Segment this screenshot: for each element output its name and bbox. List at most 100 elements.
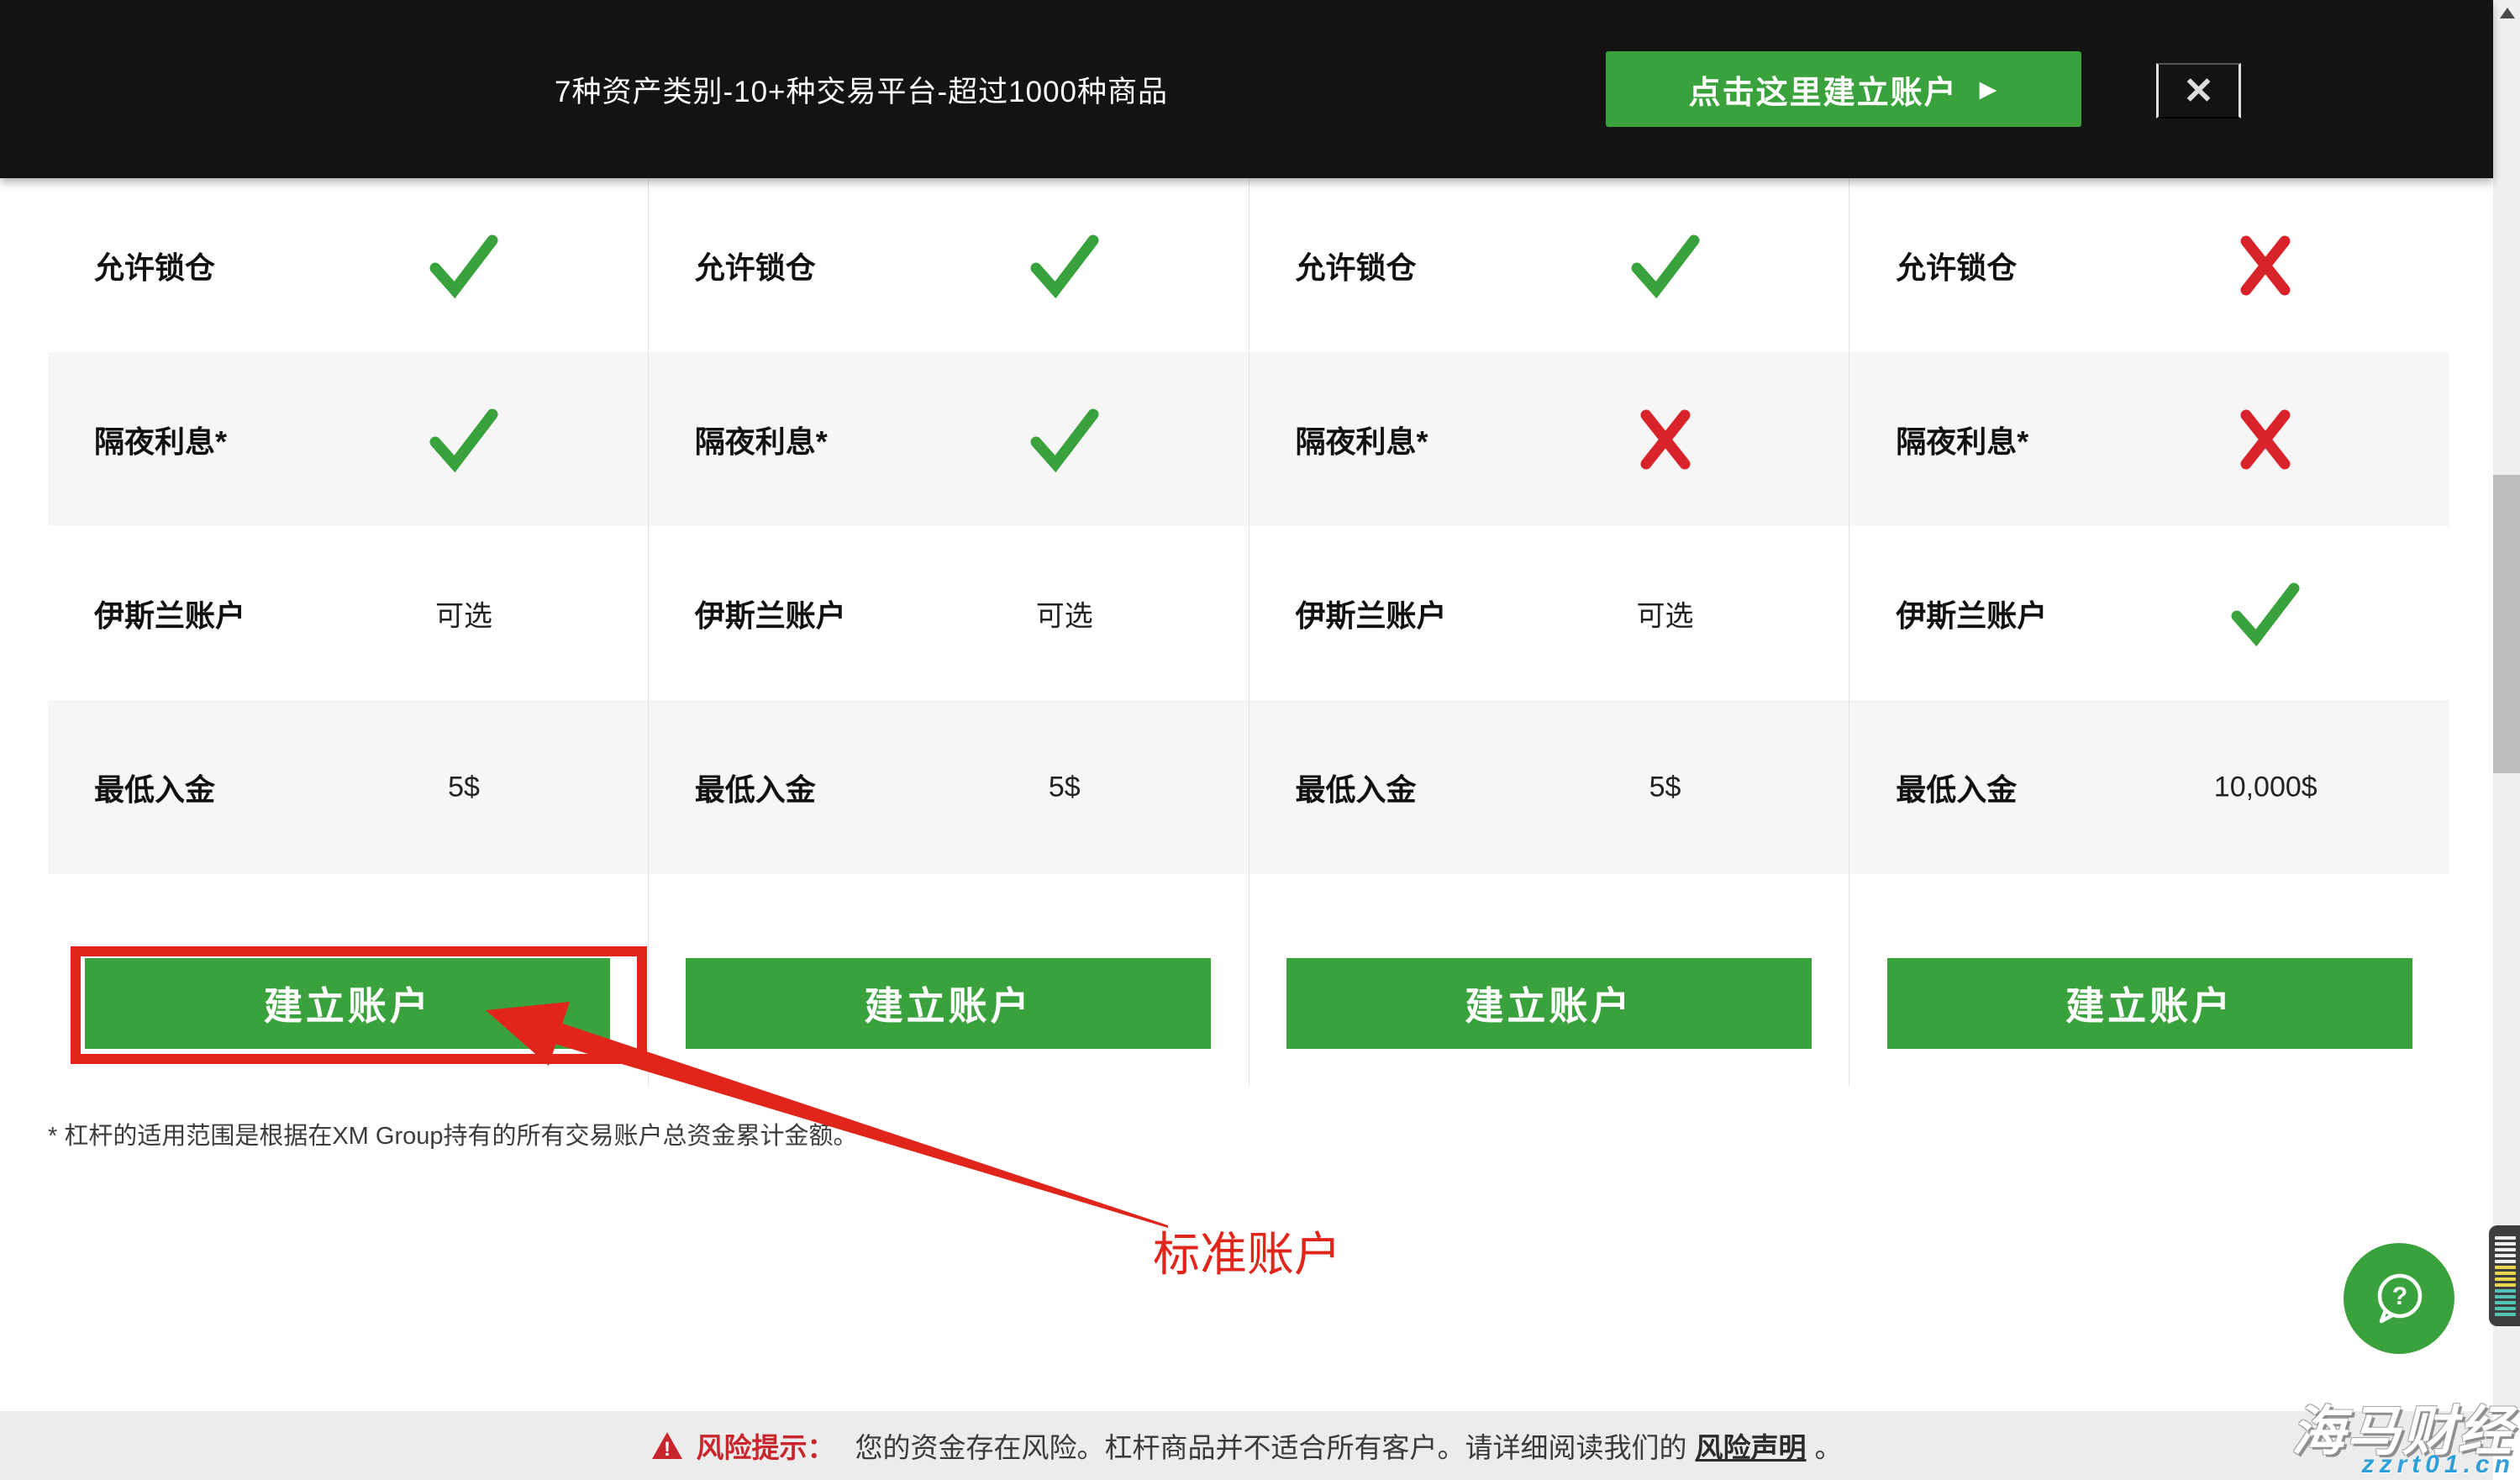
feature-label: 最低入金: [94, 766, 215, 809]
comparison-table: 允许锁仓隔夜利息*伊斯兰账户可选最低入金5$建立账户允许锁仓隔夜利息*伊斯兰账户…: [48, 178, 2449, 1086]
feature-row: 隔夜利息*: [649, 352, 1249, 526]
feature-value-text: 5$: [1649, 771, 1681, 803]
feature-value: 5$: [329, 771, 598, 803]
create-account-button[interactable]: 建立账户: [686, 958, 1211, 1049]
feature-row: 伊斯兰账户 可选: [649, 526, 1249, 700]
feature-value: [329, 407, 598, 472]
feature-value: 5$: [930, 771, 1199, 803]
play-arrow-icon: ▶: [1980, 78, 1999, 101]
feature-row: 允许锁仓: [1249, 178, 1849, 352]
account-column: 允许锁仓隔夜利息* 伊斯兰账户 可选最低入金 5$ 建立账户: [48, 178, 649, 1086]
feature-label: 允许锁仓: [1896, 244, 2017, 287]
feature-label: 最低入金: [1896, 766, 2017, 809]
warning-triangle-icon: !: [651, 1431, 683, 1460]
promo-title: 7种资产类别-10+种交易平台-超过1000种商品: [555, 0, 1168, 178]
help-bubble-icon: ?: [2367, 1267, 2431, 1330]
scrollbar-thumb[interactable]: [2493, 475, 2520, 773]
annotation-label: 标准账户: [1153, 1217, 1341, 1285]
feature-label: 伊斯兰账户: [695, 592, 846, 635]
check-icon: [1029, 407, 1100, 472]
stripes-widget[interactable]: [2489, 1225, 2520, 1326]
create-account-button[interactable]: 建立账户: [85, 958, 610, 1049]
leverage-footnote: * 杠杆的适用范围是根据在XM Group持有的所有交易账户总资金累计金额。: [48, 1116, 858, 1151]
check-icon: [1029, 233, 1100, 298]
stripe: [2495, 1236, 2516, 1240]
check-icon: [429, 407, 499, 472]
cta-label: 点击这里建立账户: [1689, 66, 1958, 113]
create-account-cta-button[interactable]: 点击这里建立账户 ▶: [1606, 51, 2081, 127]
feature-label: 隔夜利息*: [695, 418, 828, 461]
feature-row: 最低入金 5$: [48, 700, 648, 874]
feature-row: 隔夜利息*: [48, 352, 648, 526]
stripe: [2495, 1277, 2516, 1281]
feature-value: [329, 233, 598, 298]
feature-value: 10,000$: [2131, 771, 2400, 803]
feature-label: 允许锁仓: [695, 244, 816, 287]
stripe: [2495, 1272, 2516, 1275]
stripe: [2495, 1295, 2516, 1298]
feature-value: 可选: [329, 593, 598, 634]
feature-row: 允许锁仓: [48, 178, 648, 352]
check-icon: [2230, 581, 2301, 646]
account-column: 允许锁仓隔夜利息* 伊斯兰账户最低入金 10,000$ 建立账户: [1849, 178, 2449, 1086]
stripe: [2495, 1254, 2516, 1257]
stripe: [2495, 1301, 2516, 1304]
feature-label: 伊斯兰账户: [94, 592, 245, 635]
stripe: [2495, 1260, 2516, 1263]
feature-row: 伊斯兰账户 可选: [48, 526, 648, 700]
feature-value: 5$: [1531, 771, 1800, 803]
stripe: [2495, 1289, 2516, 1293]
feature-label: 允许锁仓: [94, 244, 215, 287]
feature-label: 伊斯兰账户: [1896, 592, 2047, 635]
feature-row: 最低入金5$: [1249, 700, 1849, 874]
feature-label: 隔夜利息*: [1896, 418, 2028, 461]
feature-value: [2131, 581, 2400, 646]
stripe: [2495, 1283, 2516, 1287]
feature-label: 最低入金: [695, 766, 816, 809]
feature-label: 隔夜利息*: [1296, 418, 1428, 461]
risk-statement-link[interactable]: 风险声明: [1696, 1425, 1807, 1466]
create-account-button[interactable]: 建立账户: [1887, 958, 2412, 1049]
help-button[interactable]: ?: [2344, 1243, 2454, 1354]
button-row: 建立账户: [649, 958, 1249, 1049]
stripe: [2495, 1313, 2516, 1316]
svg-text:!: !: [664, 1438, 671, 1460]
stripe: [2495, 1307, 2516, 1310]
feature-value: [2131, 408, 2400, 471]
feature-row: 最低入金 10,000$: [1849, 700, 2449, 874]
feature-label: 允许锁仓: [1296, 244, 1417, 287]
feature-value: [2131, 234, 2400, 297]
feature-row: 隔夜利息*: [1849, 352, 2449, 526]
feature-value: [930, 233, 1199, 298]
feature-value: [1531, 233, 1800, 298]
feature-value-text: 10,000$: [2214, 771, 2317, 803]
feature-value-text: 5$: [448, 771, 480, 803]
feature-row: 允许锁仓: [649, 178, 1249, 352]
cross-icon: [1639, 408, 1691, 471]
button-row: 建立账户: [48, 958, 648, 1049]
risk-warning-suffix: 。: [1815, 1425, 1843, 1466]
feature-value: 可选: [1531, 593, 1800, 634]
scrollbar-track[interactable]: [2493, 0, 2520, 1411]
feature-value: 可选: [930, 593, 1199, 634]
risk-footer: ! 风险提示： 您的资金存在风险。杠杆商品并不适合所有客户。请详细阅读我们的风险…: [0, 1411, 2493, 1480]
button-row: 建立账户: [1849, 958, 2449, 1049]
scroll-up-icon[interactable]: [2500, 8, 2515, 18]
feature-row: 伊斯兰账户 可选: [1249, 526, 1849, 700]
svg-text:?: ?: [2392, 1282, 2407, 1310]
stripes-container: [2495, 1233, 2516, 1319]
stripe: [2495, 1242, 2516, 1246]
close-button[interactable]: ✕: [2156, 63, 2241, 119]
button-row: 建立账户: [1249, 958, 1849, 1049]
feature-label: 伊斯兰账户: [1296, 592, 1447, 635]
cross-icon: [2239, 234, 2291, 297]
feature-row: 伊斯兰账户: [1849, 526, 2449, 700]
create-account-button[interactable]: 建立账户: [1286, 958, 1812, 1049]
risk-warning-text: 您的资金存在风险。杠杆商品并不适合所有客户。请详细阅读我们的: [855, 1425, 1687, 1466]
risk-warning-label: 风险提示：: [697, 1425, 835, 1466]
feature-value-text: 可选: [435, 593, 492, 634]
check-icon: [429, 233, 499, 298]
feature-value-text: 可选: [1036, 593, 1093, 634]
watermark-site: zzrt01.cn: [2362, 1451, 2515, 1479]
promo-topbar: 7种资产类别-10+种交易平台-超过1000种商品 点击这里建立账户 ▶ ✕: [0, 0, 2493, 178]
